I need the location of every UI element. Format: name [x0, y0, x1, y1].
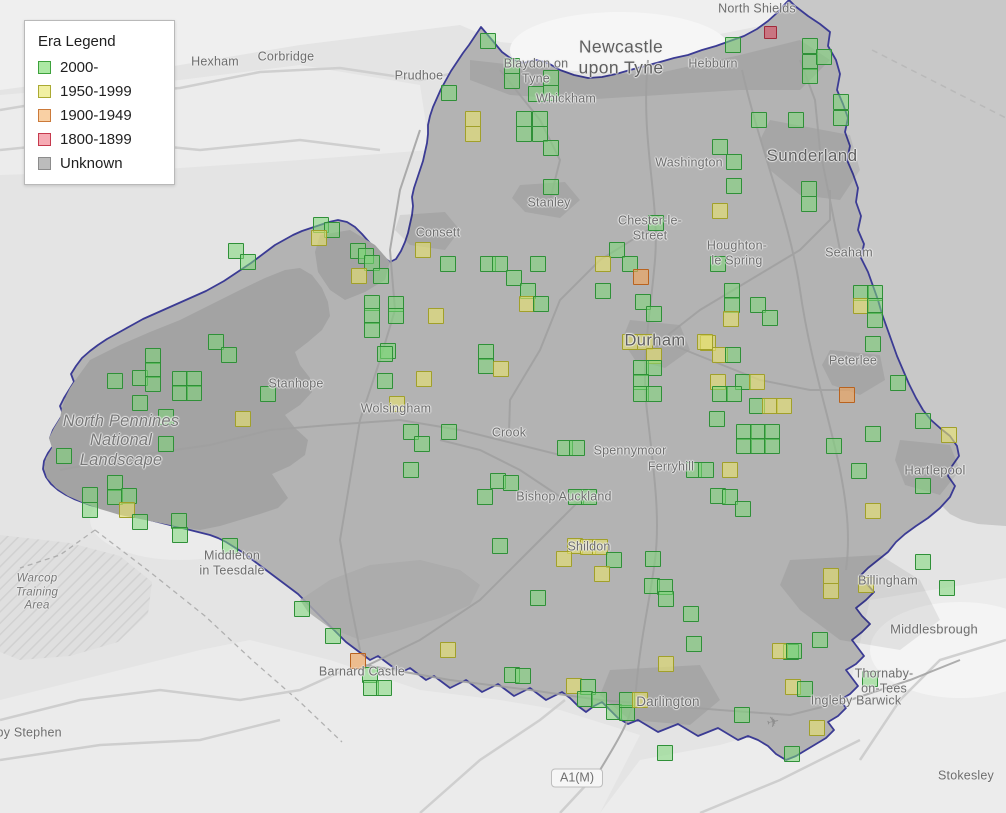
place-label-blaydon-on-tyne: Blaydon on Tyne: [503, 56, 569, 85]
place-label-shildon: Shildon: [567, 539, 611, 554]
legend-item-label: Unknown: [60, 155, 123, 172]
place-label-prudhoe: Prudhoe: [394, 68, 444, 83]
legend-swatch-2000-icon: [38, 61, 51, 74]
place-label-houghton-le-spring: Houghton-le Spring: [706, 238, 768, 267]
place-label-hebburn: Hebburn: [688, 56, 738, 71]
place-label-spennymoor: Spennymoor: [593, 443, 667, 458]
place-label-durham: Durham: [624, 331, 686, 350]
place-label-stanhope: Stanhope: [268, 376, 324, 391]
place-label-chester-le-street: Chester-le- Street: [617, 213, 683, 242]
place-label-washington: Washington: [655, 155, 723, 170]
place-label-ingleby-barwick: Ingleby Barwick: [810, 693, 902, 708]
place-label-consett: Consett: [415, 225, 461, 240]
legend-item-1900: 1900-1949: [38, 107, 164, 124]
place-label-peterlee: Peterlee: [828, 353, 878, 368]
map-canvas[interactable]: North Shields Newcastle upon Tyne Hebburn He…: [0, 0, 1006, 813]
place-label-ferryhill: Ferryhill: [647, 459, 695, 474]
place-label-newcastle: Newcastle upon Tyne: [578, 36, 664, 77]
place-label-corbridge: Corbridge: [257, 49, 315, 64]
legend-item-label: 1950-1999: [60, 83, 132, 100]
place-label-kirkby-stephen: Kirkby Stephen: [0, 725, 62, 740]
legend-item-label: 2000-: [60, 59, 99, 76]
legend-item-2000: 2000-: [38, 59, 164, 76]
place-label-warcop-training-area: Warcop Training Area: [15, 572, 59, 612]
legend-item-label: 1900-1949: [60, 107, 132, 124]
legend-swatch-1900-icon: [38, 109, 51, 122]
place-label-billingham: Billingham: [858, 573, 918, 588]
legend-title: Era Legend: [38, 33, 116, 50]
legend-swatch-unknown-icon: [38, 157, 51, 170]
legend-swatch-1800-icon: [38, 133, 51, 146]
place-label-crook: Crook: [491, 425, 527, 440]
legend-item-1950: 1950-1999: [38, 83, 164, 100]
place-label-wolsingham: Wolsingham: [360, 401, 432, 416]
road-badge-a1m: A1(M): [550, 768, 604, 788]
place-label-thornaby-on-tees: Thornaby-on-Tees: [854, 666, 914, 695]
place-label-middlesbrough: Middlesbrough: [890, 621, 978, 637]
place-label-middleton-in-teesdale: Middleton in Teesdale: [199, 548, 265, 577]
place-label-north-pennines: North Pennines National Landscape: [62, 411, 180, 469]
place-label-whickham: Whickham: [536, 91, 596, 106]
place-label-seaham: Seaham: [825, 245, 873, 260]
place-label-hartlepool: Hartlepool: [904, 462, 966, 478]
place-label-sunderland: Sunderland: [766, 145, 858, 165]
legend-item-unknown: Unknown: [38, 155, 164, 172]
legend-item-label: 1800-1899: [60, 131, 132, 148]
place-label-bishop-auckland: Bishop Auckland: [516, 489, 612, 504]
place-label-stanley: Stanley: [527, 195, 571, 210]
era-legend: Era Legend 2000- 1950-1999 1900-1949 180…: [24, 20, 175, 185]
place-label-hexham: Hexham: [191, 54, 239, 69]
legend-swatch-1950-icon: [38, 85, 51, 98]
place-label-north-shields: North Shields: [718, 1, 796, 16]
legend-item-1800: 1800-1899: [38, 131, 164, 148]
place-label-stokesley: Stokesley: [938, 768, 994, 783]
place-label-barnard-castle: Barnard Castle: [318, 664, 406, 679]
place-label-darlington: Darlington: [636, 694, 700, 710]
